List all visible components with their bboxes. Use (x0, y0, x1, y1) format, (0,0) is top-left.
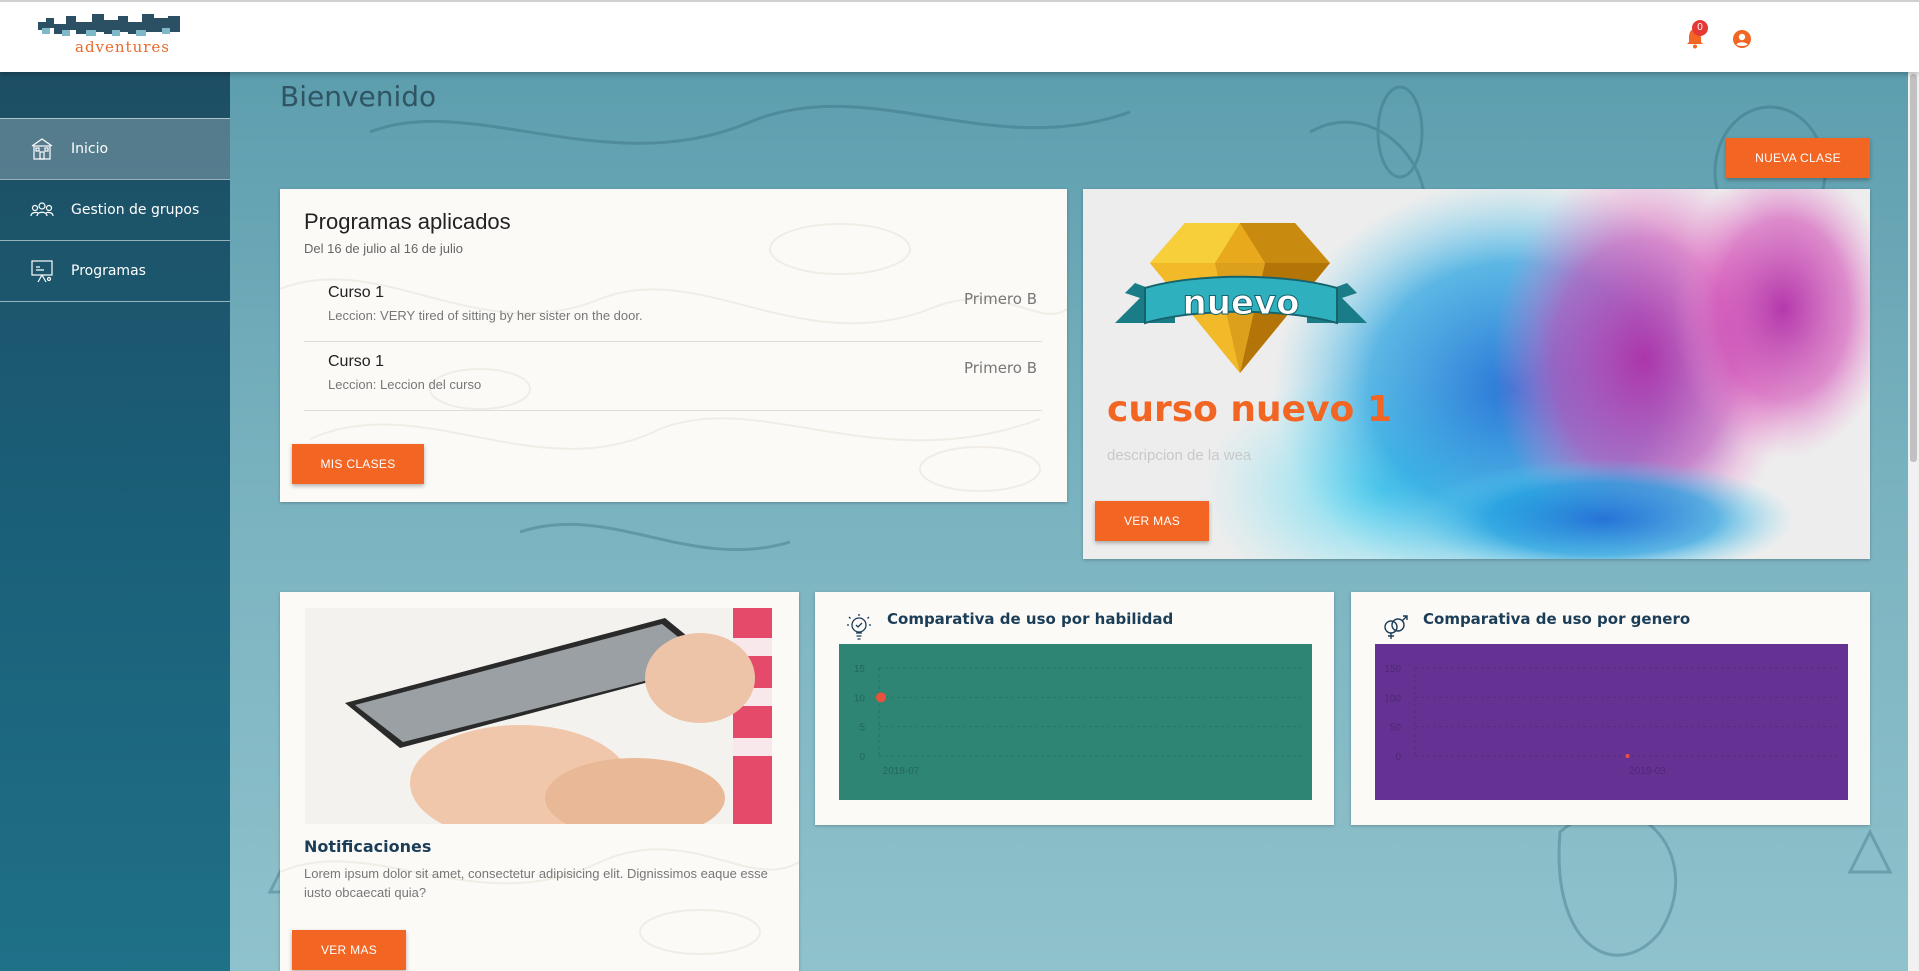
notifications-card: Notificaciones Lorem ipsum dolor sit ame… (280, 592, 799, 971)
sidebar-divider (0, 301, 230, 302)
y-tick-label: 10 (854, 693, 866, 704)
program-row[interactable]: Curso 1 Leccion: Leccion del curso Prime… (304, 343, 1042, 411)
y-tick-label: 5 (859, 723, 865, 734)
programs-card: Programas aplicados Del 16 de julio al 1… (280, 189, 1067, 502)
data-point (1625, 754, 1630, 758)
chart-background (1375, 644, 1848, 800)
page-title: Bienvenido (280, 80, 437, 113)
featured-see-more-button[interactable]: VER MAS (1095, 501, 1209, 541)
featured-course-description: descripcion de la wea (1107, 447, 1252, 464)
lightbulb-icon (847, 614, 871, 640)
featured-course-title: curso nuevo 1 (1107, 389, 1392, 430)
sidebar-item-label: Programas (71, 263, 146, 279)
diamond-icon: nuevo (1115, 223, 1367, 373)
sidebar-item-label: Gestion de grupos (71, 202, 200, 218)
skill-chart-title: Comparativa de uso por habilidad (887, 610, 1174, 628)
programs-card-title: Programas aplicados (304, 209, 511, 234)
x-tick-label: 2019-03 (1629, 766, 1666, 777)
program-row[interactable]: Curso 1 Leccion: VERY tired of sitting b… (304, 274, 1042, 342)
sidebar-item-inicio[interactable]: Inicio (0, 118, 230, 179)
school-icon (31, 138, 53, 160)
notifications-text: Lorem ipsum dolor sit amet, consectetur … (304, 866, 768, 900)
program-course: Curso 1 (328, 284, 385, 301)
notifications-title: Notificaciones (304, 837, 432, 856)
skill-chart-card: Comparativa de uso por habilidad 15 10 5 0 2… (815, 592, 1334, 825)
top-header: adventures 0 (0, 0, 1919, 72)
sidebar: Inicio Gestion de grupos Programas (0, 72, 230, 971)
program-group: Primero B (963, 359, 1037, 377)
y-tick-label: 150 (1384, 664, 1401, 675)
programs-date-range: Del 16 de julio al 16 de julio (304, 241, 463, 256)
sidebar-item-label: Inicio (71, 141, 109, 157)
y-tick-label: 50 (1390, 723, 1402, 734)
y-tick-label: 15 (854, 664, 866, 675)
board-icon (31, 260, 53, 283)
gender-chart-card: Comparativa de uso por genero 150 100 50 0 2… (1351, 592, 1870, 825)
y-tick-label: 0 (1395, 752, 1401, 763)
new-badge-text: nuevo (1183, 283, 1300, 323)
gender-chart-title: Comparativa de uso por genero (1423, 610, 1691, 628)
tablet-photo (305, 608, 772, 824)
user-account-icon[interactable] (1732, 29, 1752, 49)
x-tick-label: 2018-07 (883, 766, 920, 777)
skill-chart: 15 10 5 0 2018-07 (839, 644, 1312, 800)
program-lesson: Leccion: VERY tired of sitting by her si… (328, 308, 643, 323)
gender-chart: 150 100 50 0 2019-03 (1375, 644, 1848, 800)
notification-badge: 0 (1692, 20, 1708, 36)
new-class-button[interactable]: NUEVA CLASE (1726, 138, 1870, 178)
program-group: Primero B (963, 290, 1037, 308)
program-course: Curso 1 (328, 353, 385, 370)
featured-course-card[interactable]: nuevo curso nuevo 1 descripcion de la we… (1083, 189, 1870, 559)
group-icon (30, 202, 54, 217)
logo-subtitle: adventures (75, 38, 170, 56)
my-classes-button[interactable]: MIS CLASES (292, 444, 424, 484)
page-scrollbar[interactable] (1908, 72, 1919, 971)
notifications-see-more-button[interactable]: VER MAS (292, 930, 406, 970)
y-tick-label: 0 (859, 752, 865, 763)
sidebar-item-gestion-de-grupos[interactable]: Gestion de grupos (0, 179, 230, 240)
sidebar-item-programas[interactable]: Programas (0, 240, 230, 301)
gender-icon (1384, 615, 1408, 639)
program-lesson: Leccion: Leccion del curso (328, 377, 482, 392)
data-point (876, 692, 886, 703)
scrollbar-thumb[interactable] (1910, 74, 1917, 462)
y-tick-label: 100 (1384, 693, 1401, 704)
